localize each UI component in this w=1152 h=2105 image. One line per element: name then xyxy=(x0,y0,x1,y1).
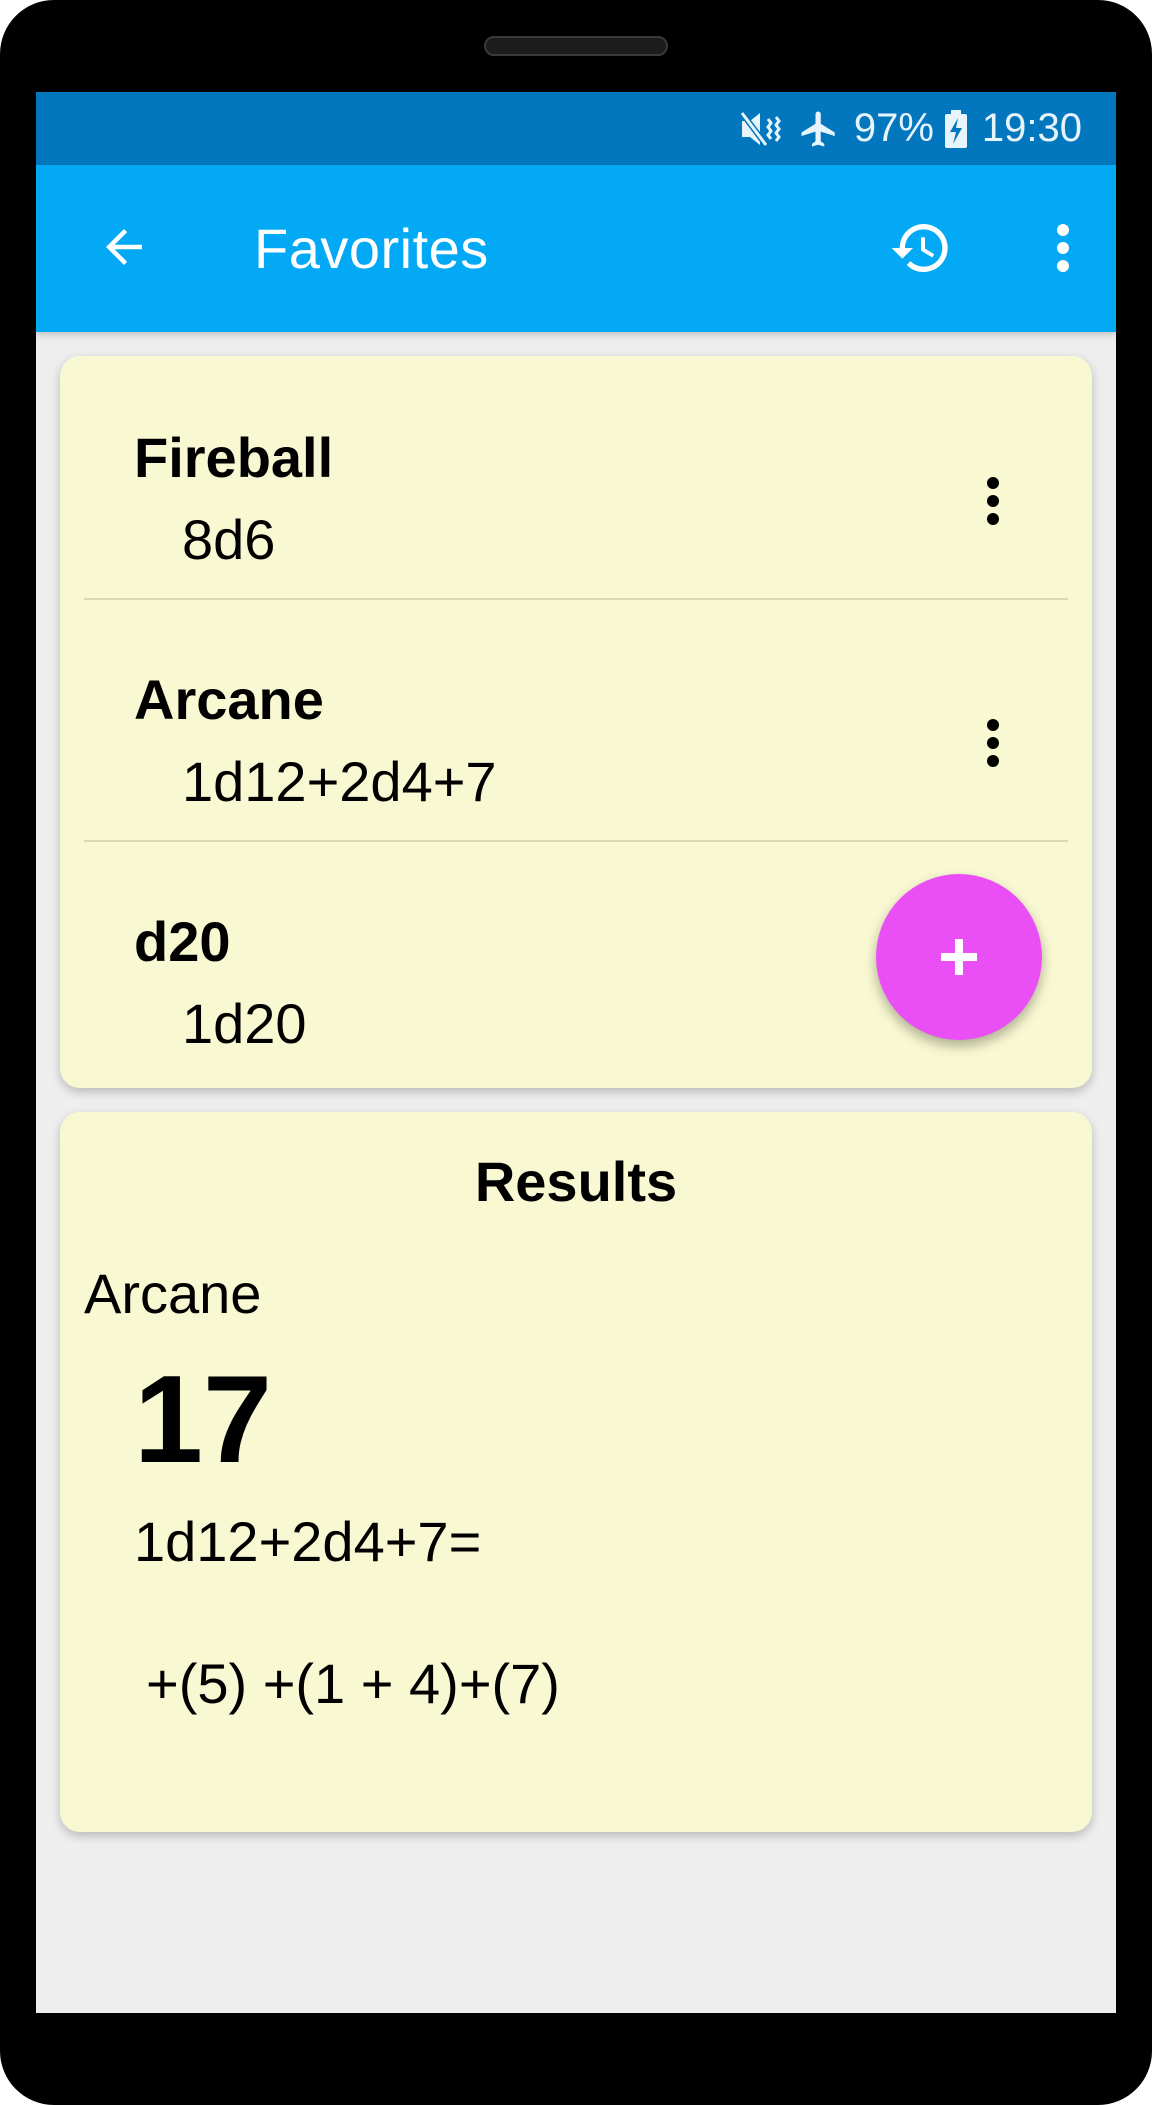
battery-percent: 97% xyxy=(853,106,934,150)
favorite-name: Arcane xyxy=(134,668,324,731)
favorite-formula: 1d12+2d4+7 xyxy=(182,750,497,813)
results-card: Results Arcane 17 1d12+2d4+7= +(5) +(1 +… xyxy=(60,1112,1092,1832)
results-title: Results xyxy=(474,1150,678,1213)
more-vert-icon[interactable] xyxy=(1038,213,1088,283)
airplane-icon xyxy=(798,108,840,150)
result-roll-name: Arcane xyxy=(84,1262,262,1325)
history-icon[interactable] xyxy=(886,213,956,283)
favorite-item-fireball[interactable]: Fireball 8d6 xyxy=(60,356,1092,598)
favorite-name: Fireball xyxy=(134,426,334,489)
phone-speaker xyxy=(484,36,668,56)
screen: 97% 19:30 Favorites Fireball 8d6 Arcane … xyxy=(36,92,1116,2013)
phone-frame: 97% 19:30 Favorites Fireball 8d6 Arcane … xyxy=(0,0,1152,2105)
vibrate-mute-icon xyxy=(738,109,784,149)
more-vert-icon[interactable] xyxy=(968,708,1018,778)
add-favorite-button[interactable] xyxy=(876,874,1042,1040)
battery-charging-icon xyxy=(944,109,968,149)
clock: 19:30 xyxy=(981,106,1082,150)
favorite-name: d20 xyxy=(134,910,231,973)
favorite-formula: 1d20 xyxy=(182,992,307,1055)
favorite-formula: 8d6 xyxy=(182,508,276,571)
arrow-back-icon[interactable] xyxy=(92,215,156,279)
app-bar: Favorites xyxy=(36,165,1116,332)
status-bar: 97% 19:30 xyxy=(36,92,1116,165)
favorite-item-arcane[interactable]: Arcane 1d12+2d4+7 xyxy=(60,598,1092,840)
page-title: Favorites xyxy=(254,217,489,280)
result-total: 17 xyxy=(134,1351,272,1489)
result-formula: 1d12+2d4+7= xyxy=(134,1510,482,1573)
more-vert-icon[interactable] xyxy=(968,466,1018,536)
result-breakdown: +(5) +(1 + 4)+(7) xyxy=(146,1652,560,1715)
plus-icon xyxy=(941,939,977,975)
